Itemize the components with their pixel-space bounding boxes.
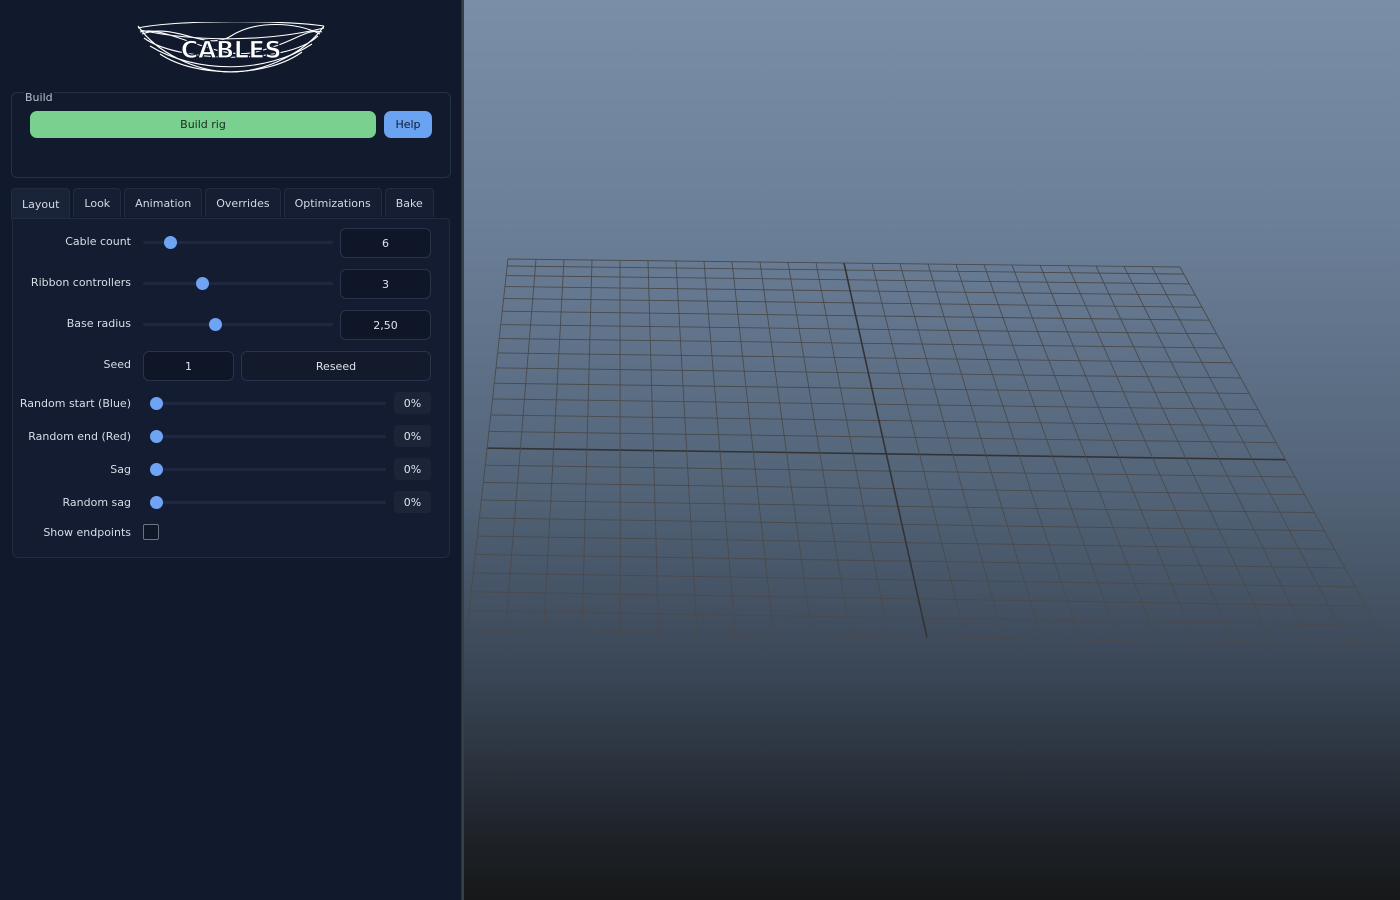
random-sag-value[interactable]: 0% [394,491,431,513]
tab-bar: Layout Look Animation Overrides Optimiza… [11,188,437,219]
grid-line-vertical [1011,264,1158,642]
tab-overrides[interactable]: Overrides [205,188,281,217]
tab-layout[interactable]: Layout [11,188,71,219]
build-group-title: Build [24,91,54,104]
seed-input[interactable]: 1 [143,351,234,381]
layout-tab-content: Cable count 6 Ribbon controllers 3 Base … [12,218,450,558]
grid-line-vertical [983,264,1120,641]
cables-logo: CABLES [137,22,325,73]
grid-line-vertical [581,259,593,632]
ribbon-controllers-slider[interactable] [143,277,333,290]
ribbon-controllers-label: Ribbon controllers [30,276,131,289]
build-group: Build Build rig Help [11,91,451,178]
cable-count-slider[interactable] [143,236,333,249]
grid-line-vertical [1123,266,1311,644]
base-radius-input[interactable]: 2,50 [340,310,431,340]
random-start-slider-thumb[interactable] [150,397,163,410]
base-radius-label: Base radius [66,317,131,330]
ground-grid [466,258,1388,646]
random-end-value[interactable]: 0% [394,425,431,447]
random-start-label: Random start (Blue) [19,397,131,410]
sag-slider-thumb[interactable] [150,463,163,476]
seed-label: Seed [103,358,132,371]
grid-line-vertical [1095,265,1273,644]
tab-animation[interactable]: Animation [124,188,203,217]
ribbon-controllers-input[interactable]: 3 [340,269,431,299]
cable-count-slider-thumb[interactable] [164,236,178,249]
sag-slider[interactable] [150,463,386,476]
random-start-slider[interactable] [150,397,386,410]
logo-text: CABLES [181,36,281,64]
grid-line-vertical [466,258,509,631]
random-end-slider-thumb[interactable] [150,430,163,443]
random-sag-label: Random sag [62,496,132,509]
random-end-label: Random end (Red) [28,430,131,443]
grid-line-vertical [955,264,1081,641]
grid-line-vertical [787,262,851,637]
grid-line-vertical [647,260,660,634]
base-radius-slider-thumb[interactable] [208,318,222,331]
cable-count-label: Cable count [65,235,131,248]
grid-line-vertical [1039,265,1196,643]
show-endpoints-checkbox[interactable] [143,524,159,540]
tab-optimizations[interactable]: Optimizations [283,188,382,217]
tab-look[interactable]: Look [73,188,122,217]
grid-line-vertical [675,260,698,634]
random-sag-slider[interactable] [150,496,386,509]
grid-line-vertical [1067,265,1235,643]
sag-value[interactable]: 0% [394,458,431,480]
grid-line-vertical [504,259,537,631]
ribbon-controllers-slider-thumb[interactable] [196,277,210,290]
sag-label: Sag [110,463,131,476]
build-rig-button[interactable]: Build rig [30,111,376,138]
grid-line-vertical [927,263,1043,640]
grid-line-vertical [815,262,890,637]
reseed-button[interactable]: Reseed [241,351,431,381]
base-radius-slider[interactable] [143,318,333,331]
grid-line-vertical [543,259,565,632]
random-sag-slider-thumb[interactable] [150,496,163,509]
tab-bake[interactable]: Bake [384,188,434,217]
grid-line-vertical [1179,266,1388,646]
grid-line-vertical [1151,266,1350,645]
help-button[interactable]: Help [384,111,432,138]
side-panel: CABLES Build Build rig Help Layout Look … [0,0,464,900]
show-endpoints-label: Show endpoints [43,526,131,539]
cable-count-input[interactable]: 6 [340,228,431,258]
random-end-slider[interactable] [150,430,386,443]
random-start-value[interactable]: 0% [394,392,431,414]
3d-viewport[interactable] [464,0,1400,900]
grid-line-vertical [703,261,736,635]
